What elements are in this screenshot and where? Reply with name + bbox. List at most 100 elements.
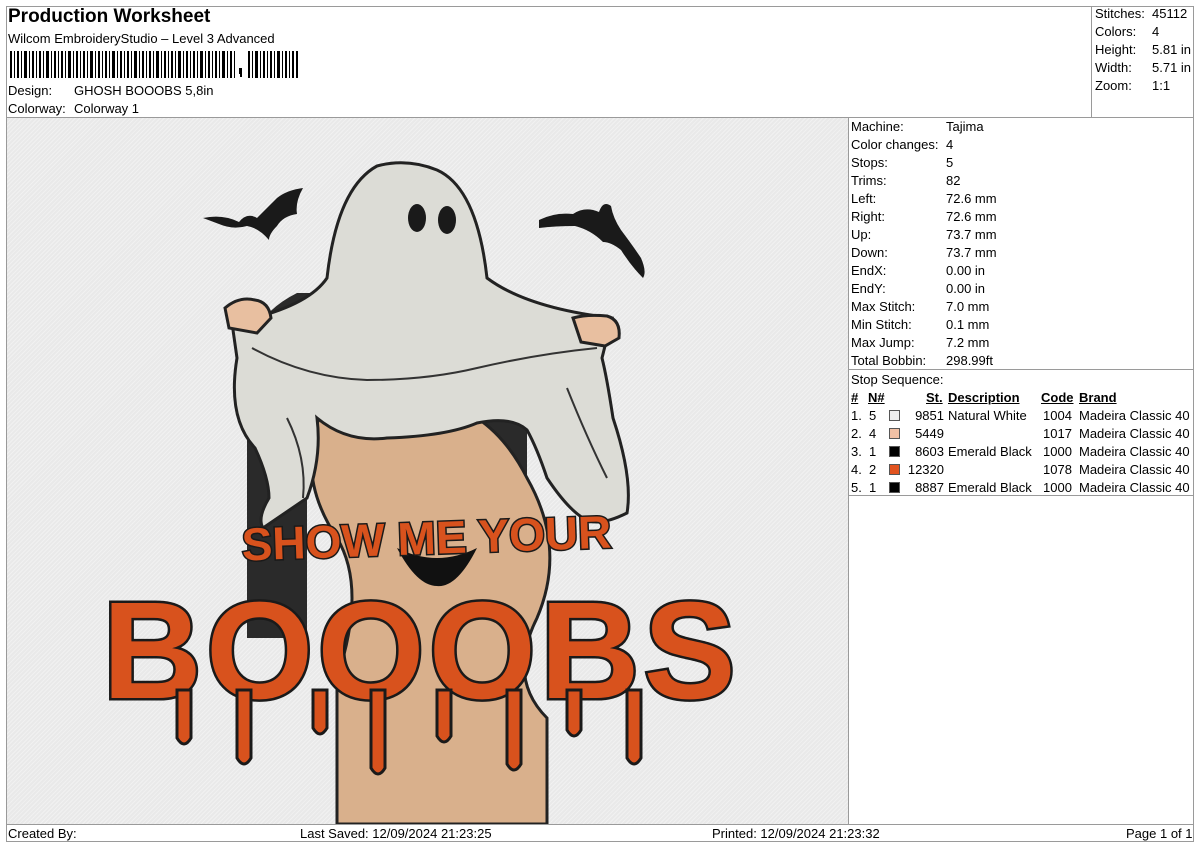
row-needle: 1 [869, 480, 877, 495]
row-brand: Madeira Classic 40 [1079, 480, 1190, 495]
row-code: 1078 [1043, 462, 1072, 477]
colorway-value: Colorway 1 [74, 101, 140, 116]
col-description: Description [948, 390, 1020, 405]
stats-divider [1091, 6, 1092, 117]
stat-width: Width: 5.71 in [1095, 60, 1192, 75]
machine-value: 298.99ft [946, 353, 993, 368]
row-brand: Madeira Classic 40 [1079, 444, 1190, 459]
stat-zoom: Zoom: 1:1 [1095, 78, 1171, 93]
machine-row: Stops: 5 [851, 155, 953, 170]
row-code: 1017 [1043, 426, 1072, 441]
page-title: Production Worksheet [8, 6, 211, 27]
machine-label: Max Stitch: [851, 299, 916, 314]
page-number: Page 1 of 1 [1126, 826, 1193, 841]
stat-colors: Colors: 4 [1095, 24, 1160, 39]
row-index: 1. [851, 408, 862, 423]
machine-value: 73.7 mm [946, 227, 997, 242]
machine-value: 82 [946, 173, 961, 188]
stat-height: Height: 5.81 in [1095, 42, 1192, 57]
machine-label: EndX: [851, 263, 887, 278]
machine-row: Up: 73.7 mm [851, 227, 997, 242]
machine-value: 72.6 mm [946, 209, 997, 224]
machine-value: 4 [946, 137, 954, 152]
ghost-eye-right [438, 206, 456, 234]
machine-row: Trims: 82 [851, 173, 960, 188]
machine-value: 5 [946, 155, 954, 170]
row-index: 3. [851, 444, 862, 459]
machine-row: Max Jump: 7.2 mm [851, 335, 989, 350]
col-needle: N# [868, 390, 885, 405]
machine-divider [848, 369, 1194, 370]
row-needle: 2 [869, 462, 877, 477]
stop-sequence-title: Stop Sequence: [851, 372, 944, 387]
design-row: Design: GHOSH BOOOBS 5,8in [8, 83, 213, 98]
colorway-label: Colorway: [8, 101, 66, 116]
machine-value: 73.7 mm [946, 245, 997, 260]
machine-row: Down: 73.7 mm [851, 245, 997, 260]
table-divider [848, 495, 1194, 496]
row-description: Natural White [948, 408, 1027, 423]
machine-row: Color changes: 4 [851, 137, 953, 152]
design-value: GHOSH BOOOBS 5,8in [74, 83, 214, 98]
machine-label: Right: [851, 209, 885, 224]
row-index: 5. [851, 480, 862, 495]
machine-label: Up: [851, 227, 872, 242]
row-brand: Madeira Classic 40 [1079, 408, 1190, 423]
created-by: Created By: [8, 826, 77, 841]
colorway-row: Colorway: Colorway 1 [8, 101, 139, 116]
machine-label: Color changes: [851, 137, 939, 152]
col-brand: Brand [1079, 390, 1117, 405]
machine-label: Max Jump: [851, 335, 915, 350]
machine-label: Down: [851, 245, 888, 260]
bat-right-icon [539, 204, 645, 278]
machine-row: Right: 72.6 mm [851, 209, 997, 224]
row-code: 1000 [1043, 480, 1072, 495]
machine-label: Min Stitch: [851, 317, 912, 332]
row-needle: 4 [869, 426, 877, 441]
design-line-2: BOOOBS [102, 574, 739, 728]
stat-stitches: Stitches: 45112 [1095, 6, 1188, 21]
machine-value: 72.6 mm [946, 191, 997, 206]
barcode [10, 51, 298, 78]
col-stitches: St. [926, 390, 943, 405]
color-swatch [889, 410, 900, 421]
machine-label: Machine: [851, 119, 904, 134]
row-description: Emerald Black [948, 444, 1032, 459]
machine-row: Max Stitch: 7.0 mm [851, 299, 989, 314]
color-swatch [889, 428, 900, 439]
row-stitches: 8887 [915, 480, 944, 495]
design-label: Design: [8, 83, 53, 98]
color-swatch [889, 482, 900, 493]
machine-row: Machine: Tajima [851, 119, 984, 134]
machine-label: EndY: [851, 281, 886, 296]
design-preview: SHOW ME YOUR BOOOBS [7, 118, 848, 826]
printed-date: Printed: 12/09/2024 21:23:32 [712, 826, 880, 841]
row-needle: 5 [869, 408, 877, 423]
machine-row: EndY: 0.00 in [851, 281, 985, 296]
embroidery-design: SHOW ME YOUR BOOOBS [100, 161, 739, 826]
machine-value: 0.00 in [946, 263, 986, 278]
row-stitches: 5449 [915, 426, 944, 441]
row-stitches: 8603 [915, 444, 944, 459]
machine-label: Left: [851, 191, 877, 206]
row-needle: 1 [869, 444, 877, 459]
bat-left-icon [203, 188, 303, 240]
machine-label: Total Bobbin: [851, 353, 927, 368]
ghost-eye-left [408, 204, 426, 232]
row-code: 1004 [1043, 408, 1072, 423]
row-description: Emerald Black [948, 480, 1032, 495]
row-index: 4. [851, 462, 862, 477]
machine-row: Left: 72.6 mm [851, 191, 997, 206]
machine-value: 7.2 mm [946, 335, 990, 350]
machine-value: 0.1 mm [946, 317, 990, 332]
color-swatch [889, 446, 900, 457]
row-brand: Madeira Classic 40 [1079, 426, 1190, 441]
machine-value: 7.0 mm [946, 299, 990, 314]
row-code: 1000 [1043, 444, 1072, 459]
machine-label: Stops: [851, 155, 888, 170]
row-index: 2. [851, 426, 862, 441]
color-swatch [889, 464, 900, 475]
machine-row: Min Stitch: 0.1 mm [851, 317, 989, 332]
last-saved: Last Saved: 12/09/2024 21:23:25 [300, 826, 492, 841]
hand-right [571, 313, 621, 348]
